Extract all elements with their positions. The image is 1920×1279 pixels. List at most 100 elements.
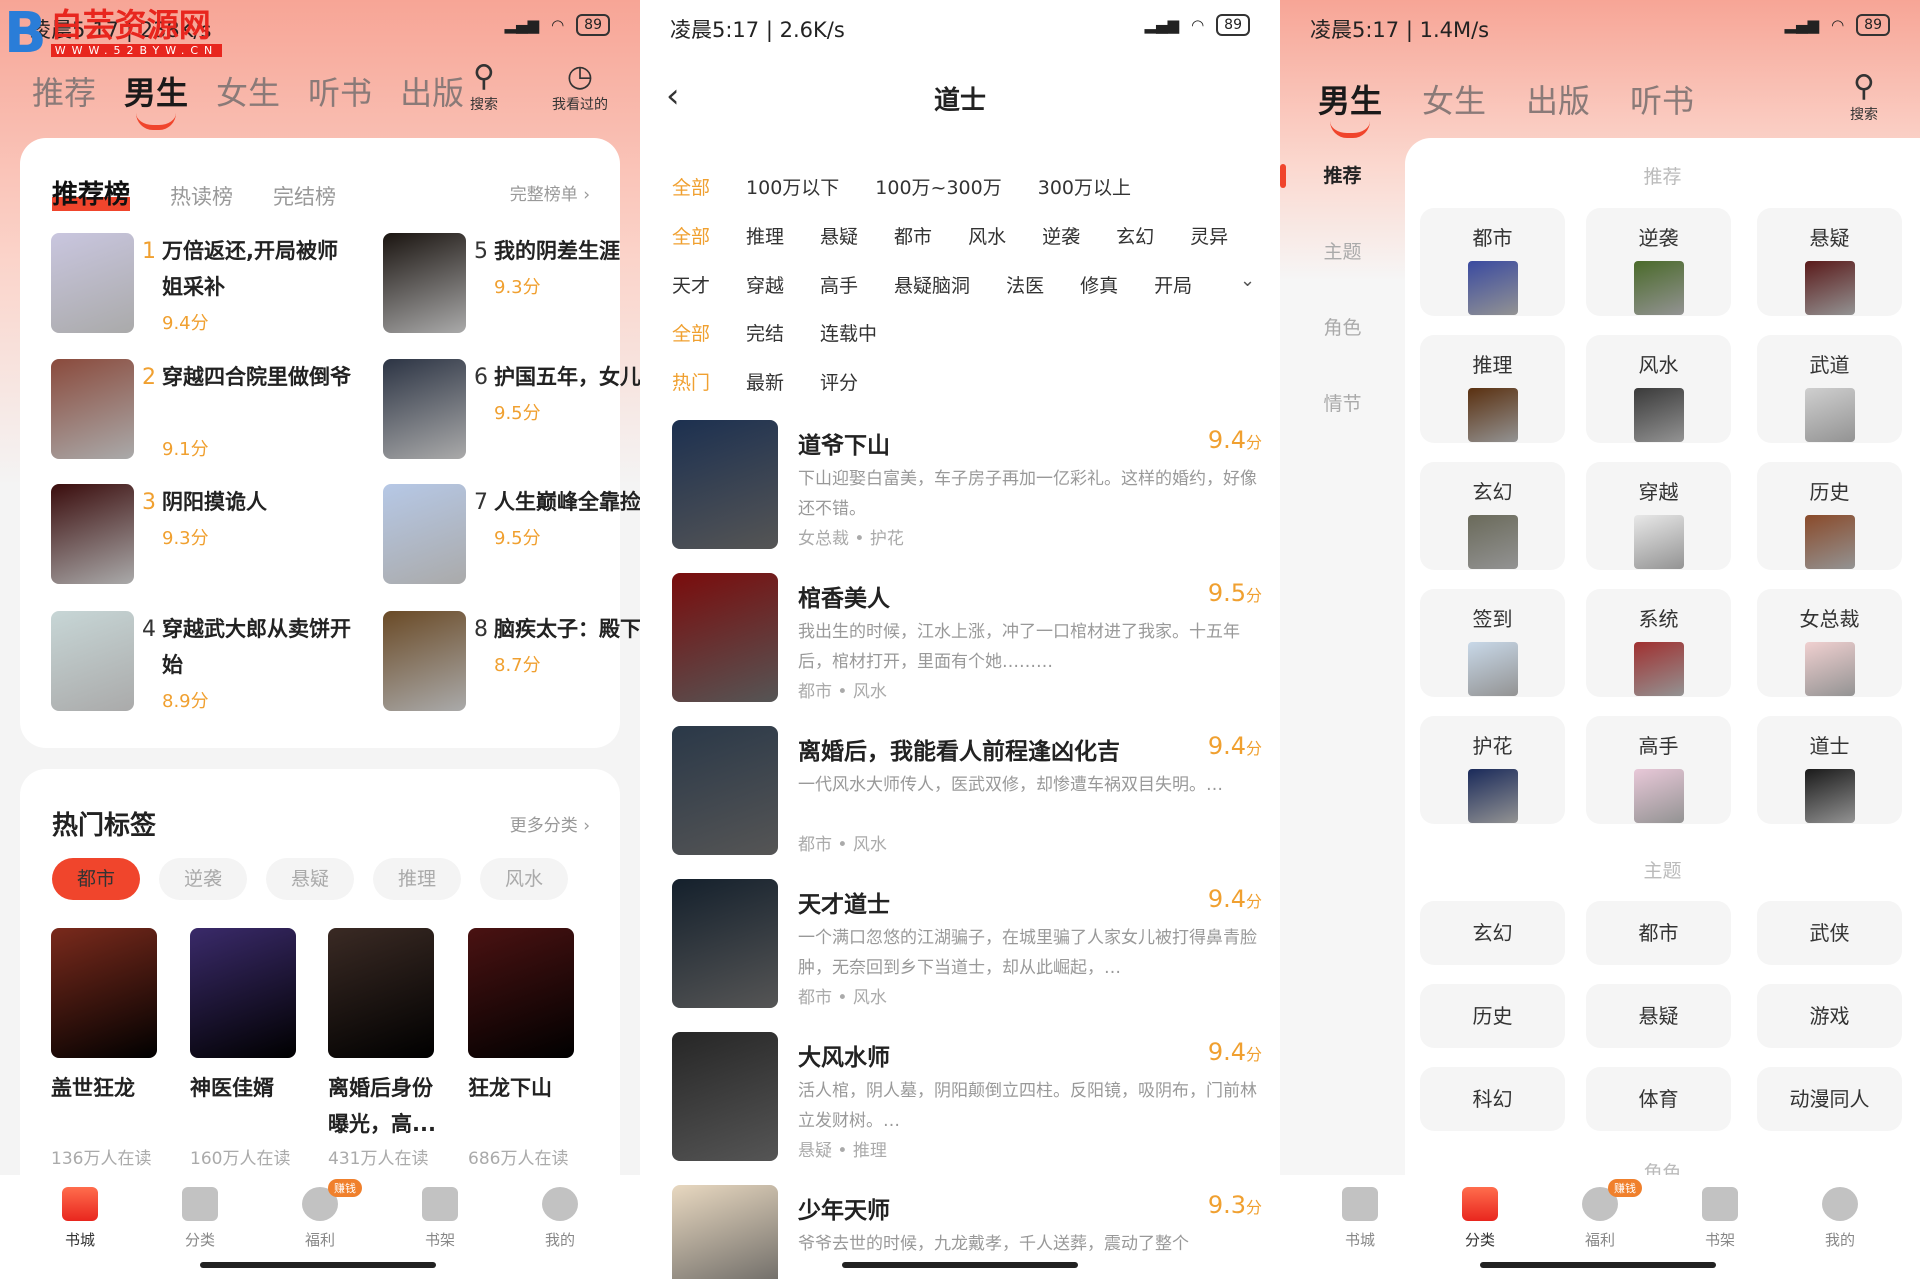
book-cover[interactable] bbox=[383, 484, 466, 584]
tab-1[interactable]: 男生 bbox=[124, 68, 188, 130]
book-list-item[interactable]: 棺香美人 9.5分 我出生的时候，江水上涨，冲了一口棺材进了我家。十五年后，棺材打开… bbox=[672, 573, 1262, 703]
hot-book[interactable]: 狂龙下山 686万人在读 bbox=[468, 928, 574, 1169]
ranking-item[interactable]: 6护国五年，女儿发来求救短信 9.5分 bbox=[383, 359, 640, 459]
tag-chip[interactable]: 逆袭 bbox=[159, 858, 247, 900]
book-cover[interactable] bbox=[51, 928, 157, 1058]
category-card[interactable]: 高手 bbox=[1586, 716, 1731, 824]
tab-4[interactable]: 出版 bbox=[400, 68, 464, 114]
ranking-tab[interactable]: 完结榜 bbox=[273, 181, 336, 211]
nav-profile[interactable]: 我的 bbox=[510, 1175, 610, 1279]
filter-option[interactable]: 修真 bbox=[1080, 271, 1118, 298]
nav-home[interactable]: 书城 bbox=[1310, 1175, 1410, 1279]
book-cover[interactable] bbox=[672, 1032, 778, 1161]
filter-option[interactable]: 全部 bbox=[672, 173, 710, 200]
filter-option[interactable]: 高手 bbox=[820, 271, 858, 298]
filter-option[interactable]: 穿越 bbox=[746, 271, 784, 298]
book-cover[interactable] bbox=[468, 928, 574, 1058]
theme-button[interactable]: 武侠 bbox=[1757, 901, 1902, 965]
category-card[interactable]: 推理 bbox=[1420, 335, 1565, 443]
nav-home[interactable]: 书城 bbox=[30, 1175, 130, 1279]
category-card[interactable]: 道士 bbox=[1757, 716, 1902, 824]
tab-3[interactable]: 听书 bbox=[308, 68, 372, 114]
full-ranking-link[interactable]: 完整榜单 › bbox=[510, 180, 590, 205]
category-card[interactable]: 都市 bbox=[1420, 208, 1565, 316]
tab-0[interactable]: 推荐 bbox=[32, 68, 96, 114]
book-cover[interactable] bbox=[383, 359, 466, 459]
theme-button[interactable]: 历史 bbox=[1420, 984, 1565, 1048]
book-cover[interactable] bbox=[328, 928, 434, 1058]
filter-option[interactable]: 300万以上 bbox=[1038, 173, 1131, 200]
filter-option[interactable]: 最新 bbox=[746, 368, 784, 395]
tab-3[interactable]: 听书 bbox=[1630, 76, 1694, 122]
category-card[interactable]: 签到 bbox=[1420, 589, 1565, 697]
hot-book[interactable]: 神医佳婿 160万人在读 bbox=[190, 928, 296, 1169]
ranking-item[interactable]: 2 穿越四合院里做倒爷 9.1分 bbox=[51, 359, 351, 461]
ranking-item[interactable]: 1 万倍返还,开局被师姐采补 9.4分 bbox=[51, 233, 338, 335]
filter-option[interactable]: 风水 bbox=[968, 222, 1006, 249]
search-button[interactable]: ⚲ 搜索 bbox=[470, 60, 498, 114]
book-list-item[interactable]: 大风水师 9.4分 活人棺，阴人墓，阴阳颠倒立四柱。反阳镜，吸阴布，门前林立发财树。… bbox=[672, 1032, 1262, 1162]
hot-book[interactable]: 盖世狂龙 136万人在读 bbox=[51, 928, 157, 1169]
book-cover[interactable] bbox=[190, 928, 296, 1058]
book-cover[interactable] bbox=[383, 233, 466, 333]
filter-option[interactable]: 全部 bbox=[672, 319, 710, 346]
ranking-item[interactable]: 7 人生巅峰全靠捡 9.5分 bbox=[383, 484, 640, 584]
search-button[interactable]: ⚲ 搜索 bbox=[1850, 70, 1878, 124]
theme-button[interactable]: 动漫同人 bbox=[1757, 1067, 1902, 1131]
category-card[interactable]: 逆袭 bbox=[1586, 208, 1731, 316]
theme-button[interactable]: 都市 bbox=[1586, 901, 1731, 965]
category-card[interactable]: 护花 bbox=[1420, 716, 1565, 824]
more-categories-link[interactable]: 更多分类 › bbox=[510, 811, 590, 836]
filter-option[interactable]: 悬疑 bbox=[820, 222, 858, 249]
ranking-item[interactable]: 3 阴阳摸诡人 9.3分 bbox=[51, 484, 301, 584]
book-cover[interactable] bbox=[672, 879, 778, 1008]
book-cover[interactable] bbox=[672, 1185, 778, 1279]
filter-option[interactable]: 100万~300万 bbox=[875, 173, 1001, 200]
filter-option[interactable]: 全部 bbox=[672, 222, 710, 249]
tag-chip[interactable]: 都市 bbox=[52, 858, 140, 900]
book-list-item[interactable]: 天才道士 9.4分 一个满口忽悠的江湖骗子，在城里骗了人家女儿被打得鼻青脸肿，无奈回… bbox=[672, 879, 1262, 1009]
ranking-tab[interactable]: 推荐榜 bbox=[52, 174, 131, 211]
book-cover[interactable] bbox=[51, 233, 134, 333]
category-card[interactable]: 悬疑 bbox=[1757, 208, 1902, 316]
filter-option[interactable]: 逆袭 bbox=[1042, 222, 1080, 249]
ranking-item[interactable]: 5 我的阴差生涯 9.3分 bbox=[383, 233, 633, 333]
filter-option[interactable]: 100万以下 bbox=[746, 173, 839, 200]
filter-option[interactable]: 评分 bbox=[820, 368, 858, 395]
book-cover[interactable] bbox=[51, 359, 134, 459]
filter-option[interactable]: 连载中 bbox=[820, 319, 877, 346]
ranking-tab[interactable]: 热读榜 bbox=[170, 181, 233, 211]
tab-2[interactable]: 出版 bbox=[1526, 76, 1590, 122]
filter-option[interactable]: 天才 bbox=[672, 271, 710, 298]
category-card[interactable]: 玄幻 bbox=[1420, 462, 1565, 570]
hot-book[interactable]: 离婚后身份曝光，高... 431万人在读 bbox=[328, 928, 436, 1169]
theme-button[interactable]: 体育 bbox=[1586, 1067, 1731, 1131]
tag-chip[interactable]: 风水 bbox=[480, 858, 568, 900]
filter-option[interactable]: 都市 bbox=[894, 222, 932, 249]
filter-option[interactable]: 完结 bbox=[746, 319, 784, 346]
book-cover[interactable] bbox=[383, 611, 466, 711]
ranking-item[interactable]: 4 穿越武大郎从卖饼开始 8.9分 bbox=[51, 611, 351, 713]
book-list-item[interactable]: 离婚后，我能看人前程逢凶化吉 9.4分 一代风水大师传人，医武双修，却惨遭车祸双目失… bbox=[672, 726, 1262, 856]
sidebar-item[interactable]: 主题 bbox=[1280, 214, 1405, 290]
book-cover[interactable] bbox=[672, 420, 778, 549]
filter-option[interactable]: 推理 bbox=[746, 222, 784, 249]
sidebar-item[interactable]: 情节 bbox=[1280, 366, 1405, 442]
book-cover[interactable] bbox=[672, 726, 778, 855]
book-cover[interactable] bbox=[51, 611, 134, 711]
category-card[interactable]: 女总裁 bbox=[1757, 589, 1902, 697]
theme-button[interactable]: 悬疑 bbox=[1586, 984, 1731, 1048]
theme-button[interactable]: 玄幻 bbox=[1420, 901, 1565, 965]
tab-1[interactable]: 女生 bbox=[1422, 76, 1486, 122]
theme-button[interactable]: 科幻 bbox=[1420, 1067, 1565, 1131]
book-cover[interactable] bbox=[672, 573, 778, 702]
tag-chip[interactable]: 推理 bbox=[373, 858, 461, 900]
theme-button[interactable]: 游戏 bbox=[1757, 984, 1902, 1048]
history-button[interactable]: ◷ 我看过的 bbox=[552, 60, 608, 114]
category-card[interactable]: 武道 bbox=[1757, 335, 1902, 443]
category-card[interactable]: 系统 bbox=[1586, 589, 1731, 697]
nav-profile[interactable]: 我的 bbox=[1790, 1175, 1890, 1279]
tag-chip[interactable]: 悬疑 bbox=[266, 858, 354, 900]
tab-0[interactable]: 男生 bbox=[1318, 76, 1382, 138]
tab-2[interactable]: 女生 bbox=[216, 68, 280, 114]
